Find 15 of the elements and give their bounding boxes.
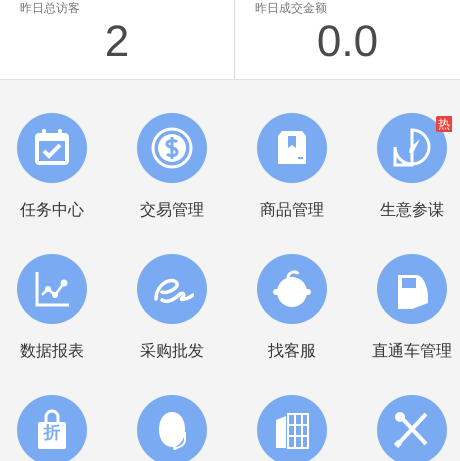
menu-label[interactable]: 直通车管理 <box>372 341 452 362</box>
menu-label[interactable]: 商品管理 <box>260 200 324 221</box>
stat-label: 昨日总访客 <box>19 0 80 16</box>
hot-badge: 热 <box>436 116 452 132</box>
menu-label[interactable]: 任务中心 <box>20 200 84 221</box>
stat-value: 0.0 <box>316 16 378 68</box>
stat-value: 2 <box>104 16 130 68</box>
icon-text: 折 <box>42 423 62 443</box>
dollar-coin-icon <box>150 126 194 170</box>
menu-label[interactable]: 找客服 <box>268 341 316 362</box>
menu-label[interactable]: 采购批发 <box>140 341 204 362</box>
menu-label[interactable]: 数据报表 <box>20 341 84 362</box>
stat-label: 昨日成交金额 <box>254 0 327 16</box>
menu-label[interactable]: 生意参谋 <box>380 200 444 221</box>
menu-label[interactable]: 交易管理 <box>140 200 204 221</box>
